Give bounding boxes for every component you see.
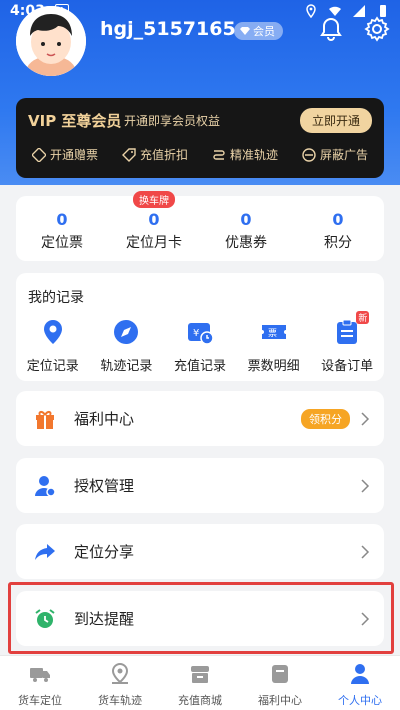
avatar-illustration — [16, 6, 86, 76]
stat-label: 定位票 — [41, 235, 83, 251]
stat-value: 0 — [148, 210, 160, 229]
ticket-icon — [31, 147, 46, 162]
tab-label: 福利中心 — [258, 694, 302, 707]
menu-share[interactable]: 定位分享 — [16, 524, 384, 579]
gift-icon — [36, 410, 54, 429]
menu-auth[interactable]: 授权管理 — [16, 458, 384, 513]
tag-icon — [121, 147, 136, 162]
new-badge: 新 — [356, 311, 370, 324]
vip-feature-track: 精准轨迹 — [212, 146, 278, 163]
tab-label: 货车轨迹 — [98, 694, 142, 707]
username: hgj_5157165 — [100, 18, 236, 40]
compass-icon — [114, 320, 139, 344]
menu-label: 定位分享 — [74, 543, 135, 561]
record-label: 票数明细 — [247, 359, 300, 374]
change-plate-tag: 换车牌 — [133, 191, 175, 208]
tab-label: 充值商城 — [178, 694, 222, 707]
member-badge[interactable]: 会员 — [234, 22, 283, 40]
tab-label: 货车定位 — [18, 694, 62, 707]
record-label: 定位记录 — [26, 359, 79, 374]
vip-title: VIP 至尊会员 — [28, 112, 122, 130]
earn-points-pill[interactable]: 领积分 — [301, 408, 350, 429]
bell-icon[interactable] — [318, 16, 344, 42]
diamond-icon — [240, 27, 250, 35]
chevron-right-icon — [361, 478, 370, 493]
vip-feature-label: 精准轨迹 — [229, 148, 278, 162]
vip-subtitle: 开通即享会员权益 — [124, 114, 221, 128]
vip-features: 开通赠票 充值折扣 精准轨迹 屏蔽广告 — [16, 146, 384, 163]
vip-feature-label: 开通赠票 — [49, 148, 98, 162]
stat-monthly-card[interactable]: 换车牌 0 定位月卡 — [108, 191, 200, 261]
vip-card[interactable]: VIP 至尊会员 开通即享会员权益 立即开通 开通赠票 充值折扣 精准轨迹 屏蔽… — [16, 98, 384, 178]
vip-feature-ticket: 开通赠票 — [31, 146, 98, 163]
stat-label: 定位月卡 — [126, 235, 182, 251]
stat-label: 积分 — [324, 235, 352, 251]
person-icon — [351, 664, 369, 684]
stats-card: 0 定位票 换车牌 0 定位月卡 0 优惠券 0 积分 — [16, 191, 384, 261]
vip-feature-label: 屏蔽广告 — [319, 148, 368, 162]
tab-personal-center[interactable]: 个人中心 — [320, 656, 400, 710]
svg-text:¥: ¥ — [193, 328, 199, 339]
share-arrow-icon — [35, 543, 55, 560]
menu-label: 授权管理 — [74, 477, 135, 495]
vip-feature-noads: 屏蔽广告 — [302, 146, 368, 163]
records-card: 我的记录 定位记录 轨迹记录 ¥ 充值记录 票 票数明细 新 设备订单 — [16, 273, 384, 381]
ticket-icon: 票 — [261, 325, 286, 339]
shop-icon — [191, 666, 209, 683]
record-track[interactable]: 轨迹记录 — [90, 317, 164, 374]
truck-icon — [30, 668, 50, 682]
record-label: 设备订单 — [321, 359, 374, 374]
menu-label: 福利中心 — [74, 410, 135, 428]
record-device-orders[interactable]: 新 设备订单 — [310, 311, 384, 374]
menu-welfare[interactable]: 福利中心 领积分 — [16, 391, 384, 446]
record-label: 轨迹记录 — [100, 359, 153, 374]
tab-welfare-center[interactable]: 福利中心 — [240, 656, 320, 710]
stat-label: 优惠券 — [225, 235, 267, 251]
location-pin-icon — [43, 320, 62, 344]
recharge-icon: ¥ — [187, 323, 214, 345]
record-location[interactable]: 定位记录 — [16, 317, 90, 374]
record-label: 充值记录 — [173, 359, 226, 374]
tab-label: 个人中心 — [338, 694, 382, 707]
bottom-tab-bar: 货车定位 货车轨迹 充值商城 福利中心 个人中心 — [0, 655, 400, 710]
records-title: 我的记录 — [28, 290, 84, 306]
user-shield-icon — [35, 475, 56, 497]
stat-value: 0 — [332, 210, 344, 229]
route-icon — [213, 149, 225, 160]
stat-points[interactable]: 0 积分 — [292, 196, 384, 261]
vip-feature-discount: 充值折扣 — [121, 146, 188, 163]
svg-text:票: 票 — [268, 328, 277, 339]
avatar[interactable] — [16, 6, 86, 76]
chevron-right-icon — [361, 411, 370, 426]
tab-truck-track[interactable]: 货车轨迹 — [80, 656, 160, 710]
chevron-right-icon — [361, 544, 370, 559]
highlight-box — [8, 582, 394, 654]
map-pin-icon — [111, 662, 129, 684]
vip-feature-label: 充值折扣 — [139, 148, 188, 162]
block-icon — [302, 147, 316, 162]
welfare-icon — [272, 665, 288, 683]
vip-activate-button[interactable]: 立即开通 — [299, 108, 372, 133]
tab-truck-location[interactable]: 货车定位 — [0, 656, 80, 710]
location-status-icon — [306, 4, 316, 18]
record-tickets[interactable]: 票 票数明细 — [237, 317, 311, 374]
gear-icon[interactable] — [364, 16, 390, 42]
stat-tickets[interactable]: 0 定位票 — [16, 196, 108, 261]
record-recharge[interactable]: ¥ 充值记录 — [163, 317, 237, 374]
member-badge-label: 会员 — [253, 25, 275, 38]
tab-recharge-mall[interactable]: 充值商城 — [160, 656, 240, 710]
stat-value: 0 — [240, 210, 252, 229]
stat-coupons[interactable]: 0 优惠券 — [200, 196, 292, 261]
stat-value: 0 — [56, 210, 68, 229]
